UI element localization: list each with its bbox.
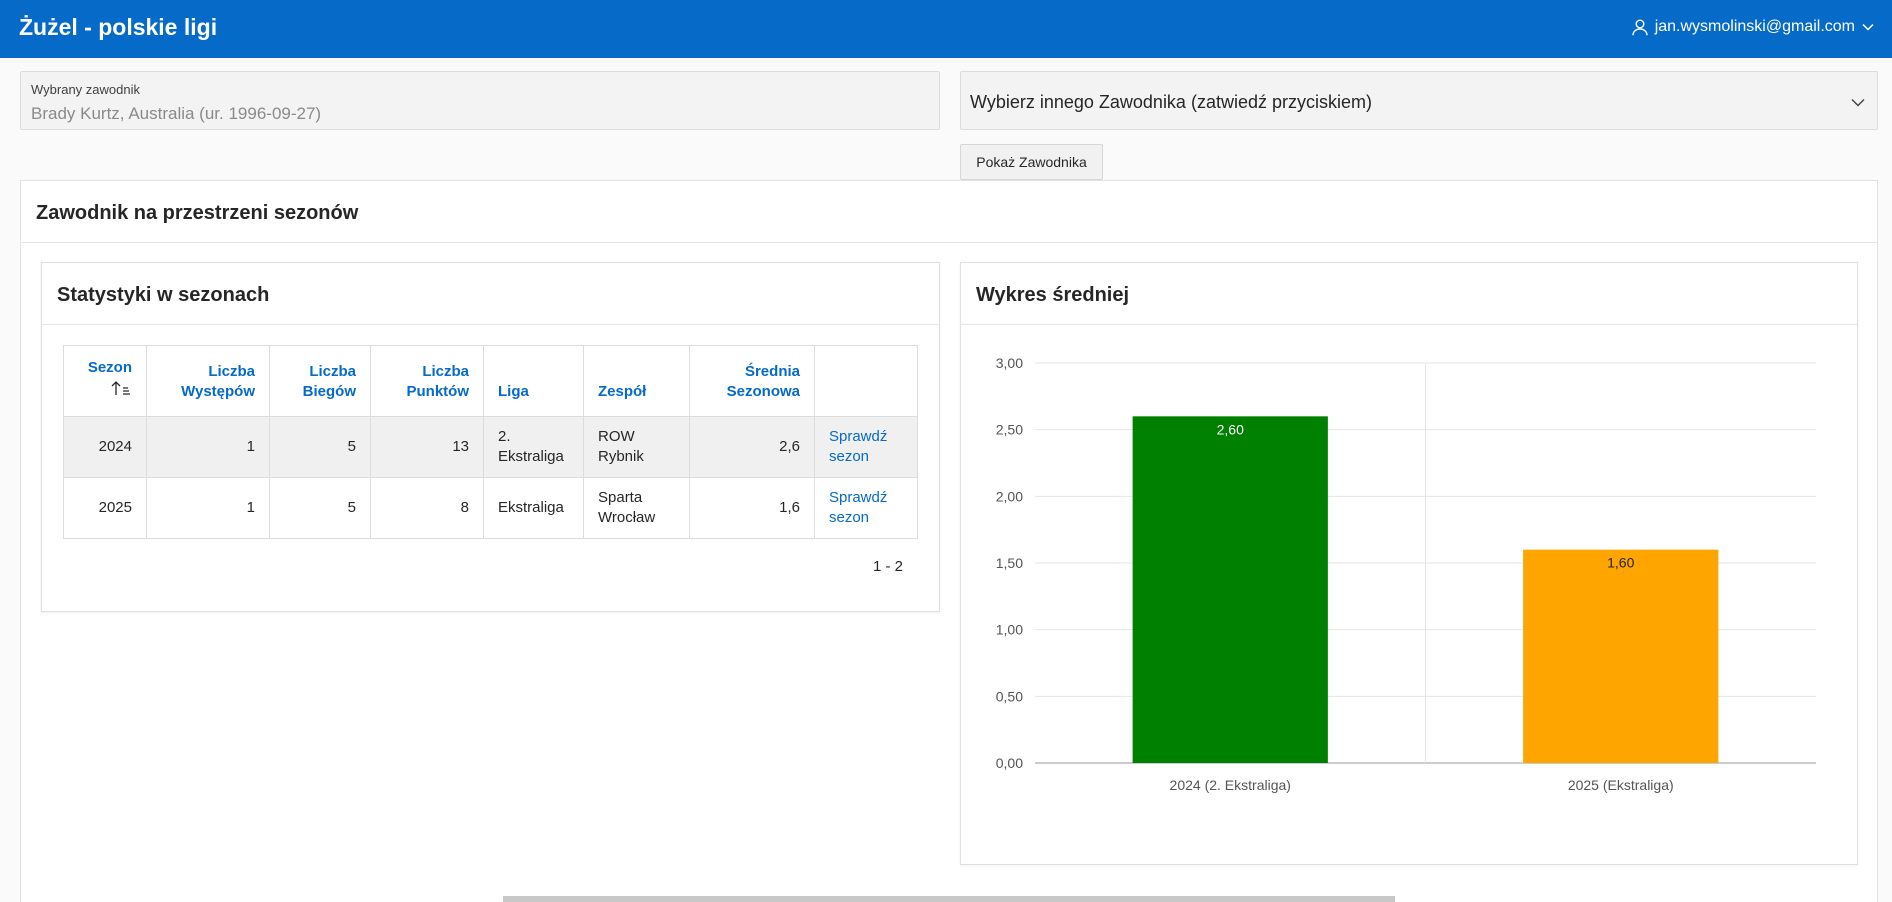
player-select-value: Wybierz innego Zawodnika (zatwiedź przyc… bbox=[970, 92, 1372, 112]
cell-biegi: 5 bbox=[269, 477, 371, 539]
column-header-label: Zespół bbox=[598, 383, 647, 400]
y-tick-label: 0,00 bbox=[996, 755, 1023, 771]
column-header-label: Liga bbox=[498, 383, 529, 400]
selected-player-value: Brady Kurtz, Australia (ur. 1996-09-27) bbox=[31, 104, 322, 123]
cell-zespol: ROW Rybnik bbox=[583, 416, 690, 478]
check-season-link[interactable]: Sprawdź sezon bbox=[829, 428, 887, 465]
cell-sezon: 2025 bbox=[63, 477, 147, 539]
check-season-link[interactable]: Sprawdź sezon bbox=[829, 489, 887, 526]
y-tick-label: 1,00 bbox=[996, 622, 1023, 638]
average-bar-chart: 0,00 0,50 1,00 1,50 2,00 2,50 3,00 2,60 2024 (2.… bbox=[996, 355, 1816, 793]
table-row: 2025 1 5 8 Ekstraliga Sparta Wrocław 1,6 … bbox=[63, 477, 918, 539]
column-header-label: Sezonowa bbox=[726, 383, 800, 400]
cell-sezon: 2024 bbox=[63, 416, 147, 478]
cell-zespol: Sparta Wrocław bbox=[583, 477, 690, 539]
cell-link: Sprawdź sezon bbox=[814, 416, 918, 478]
top-bar: Żużel - polskie ligi jan.wysmolinski@gma… bbox=[0, 0, 1892, 58]
selected-player-label: Wybrany zawodnik bbox=[31, 82, 140, 97]
cell-liga: 2. Ekstraliga bbox=[483, 416, 584, 478]
y-tick-label: 2,00 bbox=[996, 488, 1023, 504]
region-title: Zawodnik na przestrzeni sezonów bbox=[36, 202, 359, 224]
column-header-label: Biegów bbox=[302, 383, 356, 400]
column-header-liga[interactable]: Liga bbox=[483, 345, 584, 417]
stats-table: Sezon Liczba Występów Liczba Biegów Liczba… bbox=[63, 345, 918, 539]
bar-value-label: 2,60 bbox=[1217, 421, 1244, 437]
cell-wystepy: 1 bbox=[146, 477, 270, 539]
bar bbox=[1523, 549, 1719, 763]
column-header-srednia[interactable]: Średnia Sezonowa bbox=[689, 345, 815, 417]
column-header-label: Punktów bbox=[406, 383, 470, 400]
stats-card: Statystyki w sezonach Sezon Liczba Występ… bbox=[41, 262, 940, 612]
cell-link: Sprawdź sezon bbox=[814, 477, 918, 539]
y-tick-label: 0,50 bbox=[996, 688, 1023, 704]
table-header-row: Sezon Liczba Występów Liczba Biegów Liczba… bbox=[63, 345, 918, 417]
horizontal-scrollbar[interactable] bbox=[503, 896, 1395, 902]
column-header-actions bbox=[814, 345, 918, 417]
column-header-label: Średnia bbox=[744, 363, 800, 380]
chevron-down-icon bbox=[1862, 23, 1874, 31]
pagination-info: 1 - 2 bbox=[872, 558, 903, 575]
x-tick-label: 2024 (2. Ekstraliga) bbox=[1170, 777, 1291, 793]
column-header-wystepy[interactable]: Liczba Występów bbox=[146, 345, 270, 417]
divider bbox=[21, 242, 1877, 243]
cell-punkty: 8 bbox=[370, 477, 484, 539]
column-header-label: Liczba bbox=[208, 363, 255, 380]
sort-ascending-icon bbox=[78, 380, 132, 402]
divider bbox=[42, 324, 939, 325]
column-header-label: Sezon bbox=[87, 359, 132, 376]
column-header-biegi[interactable]: Liczba Biegów bbox=[269, 345, 371, 417]
column-header-punkty[interactable]: Liczba Punktów bbox=[370, 345, 484, 417]
cell-wystepy: 1 bbox=[146, 416, 270, 478]
cell-srednia: 2,6 bbox=[689, 416, 815, 478]
show-player-button[interactable]: Pokaż Zawodnika bbox=[960, 144, 1103, 180]
column-header-label: Występów bbox=[181, 383, 255, 400]
cell-biegi: 5 bbox=[269, 416, 371, 478]
chart-title: Wykres średniej bbox=[976, 284, 1130, 306]
cell-srednia: 1,6 bbox=[689, 477, 815, 539]
bar-value-label: 1,60 bbox=[1607, 555, 1634, 571]
column-header-sezon[interactable]: Sezon bbox=[63, 345, 147, 417]
chevron-down-icon bbox=[1851, 94, 1865, 112]
x-tick-label: 2025 (Ekstraliga) bbox=[1568, 777, 1674, 793]
player-select[interactable]: Wybierz innego Zawodnika (zatwiedź przyc… bbox=[960, 71, 1878, 130]
stats-title: Statystyki w sezonach bbox=[57, 284, 270, 306]
user-icon bbox=[1632, 19, 1648, 36]
y-tick-label: 2,50 bbox=[996, 422, 1023, 438]
selected-player-field: Wybrany zawodnik Brady Kurtz, Australia … bbox=[20, 71, 940, 130]
cell-punkty: 13 bbox=[370, 416, 484, 478]
column-header-zespol[interactable]: Zespół bbox=[583, 345, 690, 417]
user-menu[interactable]: jan.wysmolinski@gmail.com bbox=[1632, 18, 1874, 36]
column-header-label: Liczba bbox=[309, 363, 356, 380]
chart-card: Wykres średniej 0,00 0,50 1,00 1,50 2,00 2,50… bbox=[960, 262, 1858, 865]
bar bbox=[1132, 416, 1328, 763]
column-header-label: Liczba bbox=[422, 363, 469, 380]
y-tick-label: 3,00 bbox=[996, 355, 1023, 371]
table-row: 2024 1 5 13 2. Ekstraliga ROW Rybnik 2,6 S… bbox=[63, 416, 918, 478]
y-tick-label: 1,50 bbox=[996, 555, 1023, 571]
cell-liga: Ekstraliga bbox=[483, 477, 584, 539]
app-title[interactable]: Żużel - polskie ligi bbox=[19, 14, 217, 41]
user-email: jan.wysmolinski@gmail.com bbox=[1654, 18, 1855, 35]
